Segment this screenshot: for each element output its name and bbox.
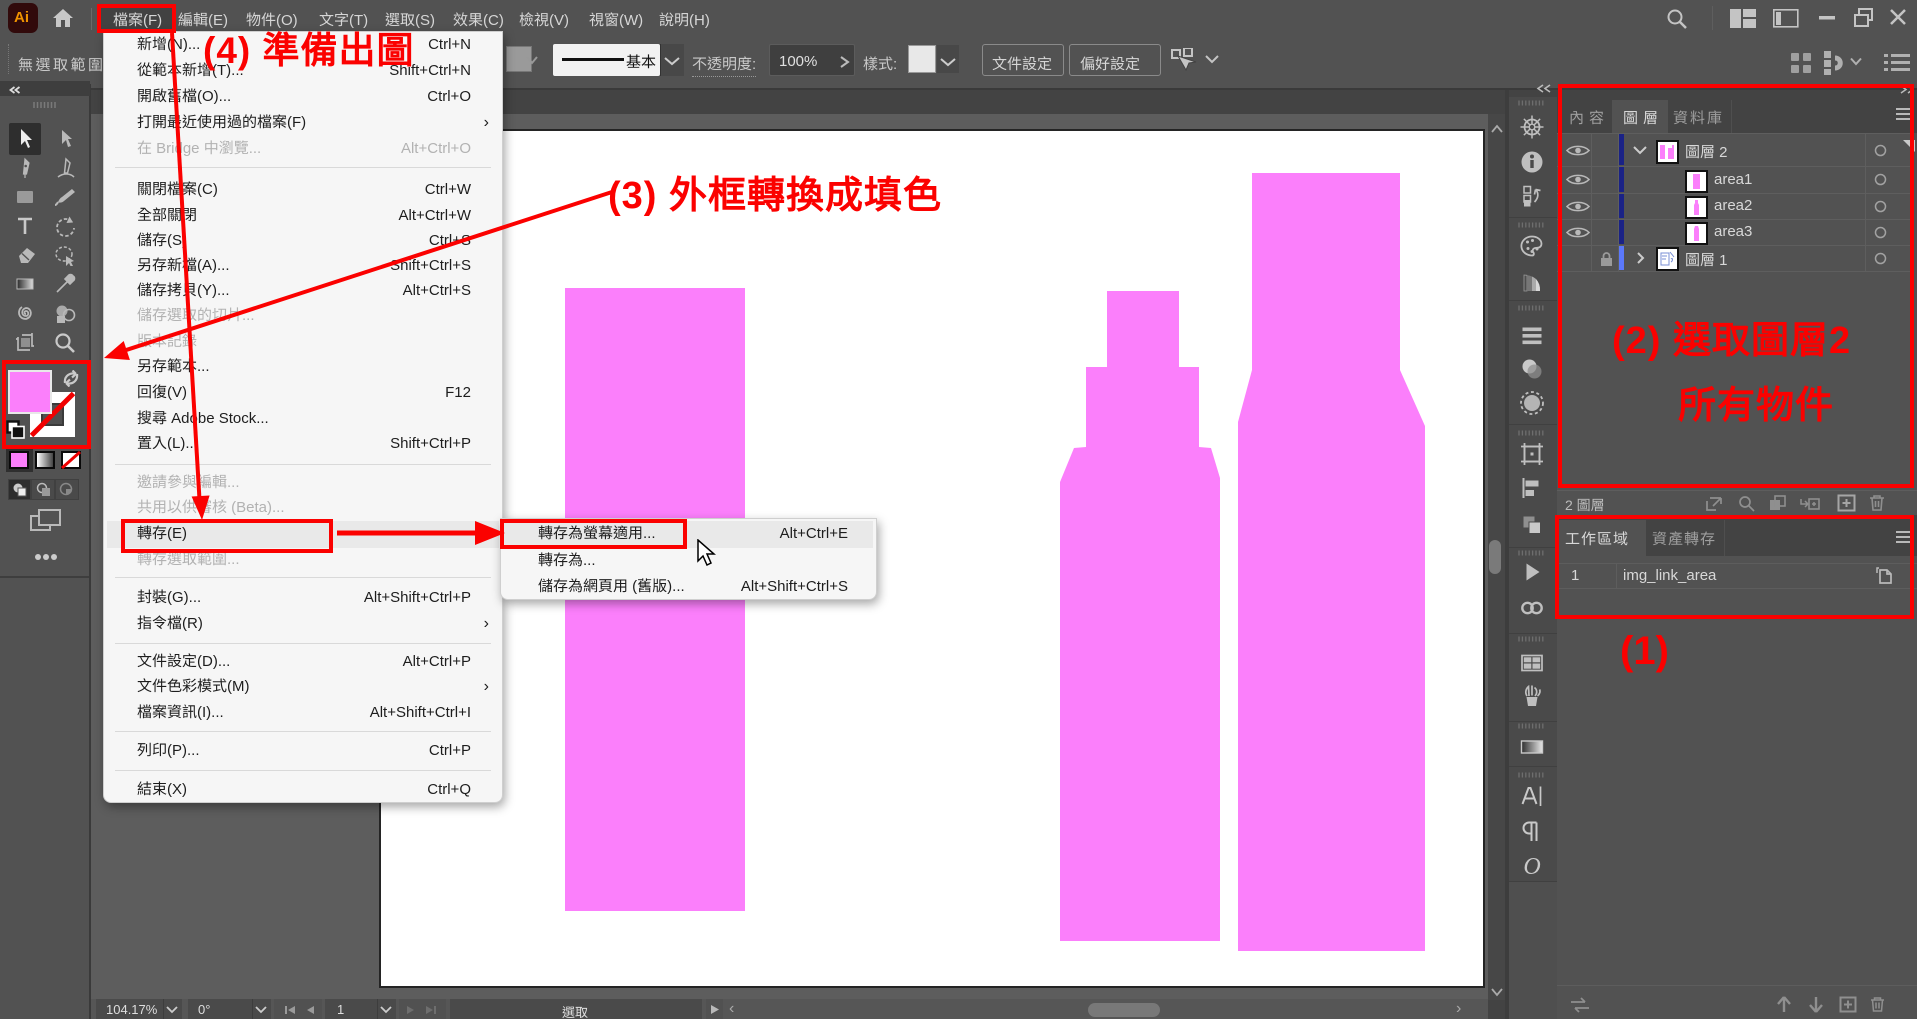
svg-text:O: O — [1523, 854, 1540, 879]
